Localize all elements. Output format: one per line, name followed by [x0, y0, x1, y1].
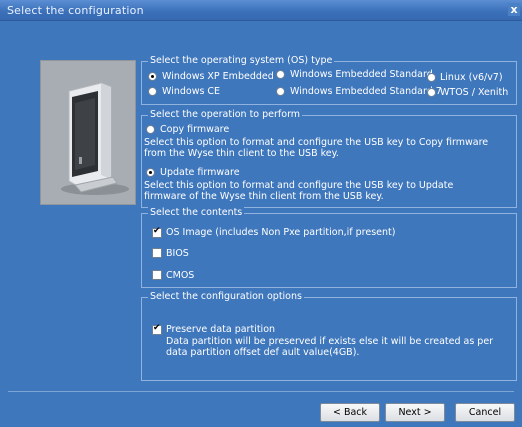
contents-group: Select the contents	[141, 207, 517, 288]
copy-firmware-description: Select this option to format and configu…	[144, 137, 489, 159]
radio-windows-xp-embedded[interactable]	[148, 72, 157, 81]
footer-separator	[8, 391, 514, 392]
radio-linux[interactable]	[427, 73, 436, 82]
label-update-firmware: Update firmware	[160, 167, 240, 178]
label-bios: BIOS	[166, 248, 189, 259]
checkbox-cmos[interactable]	[152, 270, 162, 280]
contents-group-title: Select the contents	[148, 207, 245, 218]
label-wtos-xenith: WTOS / Xenith	[440, 87, 509, 98]
radio-update-firmware[interactable]	[146, 168, 155, 177]
update-firmware-description: Select this option to format and configu…	[144, 180, 454, 202]
operation-group-title: Select the operation to perform	[148, 109, 303, 120]
radio-windows-ce[interactable]	[148, 87, 157, 96]
cancel-button[interactable]: Cancel	[455, 403, 515, 422]
label-windows-ce: Windows CE	[162, 86, 221, 97]
radio-wtos-xenith[interactable]	[427, 88, 436, 97]
label-windows-embedded-standard: Windows Embedded Standard	[290, 69, 433, 80]
checkbox-bios[interactable]	[152, 248, 162, 258]
title-bar: Select the configuration x	[0, 0, 522, 21]
label-windows-embedded-standard-7: Windows Embedded Standard 7	[290, 86, 442, 97]
radio-windows-embedded-standard-7[interactable]	[276, 87, 285, 96]
radio-copy-firmware[interactable]	[146, 125, 155, 134]
os-group-title: Select the operating system (OS) type	[148, 55, 335, 66]
window-title: Select the configuration	[7, 4, 144, 17]
label-cmos: CMOS	[166, 270, 195, 281]
os-type-group: Select the operating system (OS) type	[141, 55, 517, 105]
back-button[interactable]: < Back	[320, 403, 380, 422]
config-group-title: Select the configuration options	[148, 291, 304, 302]
thin-client-device-icon	[41, 61, 135, 204]
checkbox-preserve-data-partition[interactable]	[152, 323, 162, 335]
next-button[interactable]: Next >	[385, 403, 445, 422]
close-button[interactable]: x	[508, 3, 520, 16]
thin-client-image	[40, 60, 136, 205]
radio-windows-embedded-standard[interactable]	[276, 70, 285, 79]
checkbox-os-image[interactable]	[152, 226, 162, 238]
label-linux: Linux (v6/v7)	[440, 72, 503, 83]
label-copy-firmware: Copy firmware	[160, 124, 230, 135]
label-windows-xp-embedded: Windows XP Embedded	[162, 71, 274, 82]
label-os-image: OS Image (includes Non Pxe partition,if …	[166, 227, 396, 238]
label-preserve-data-partition: Preserve data partition	[166, 324, 276, 335]
preserve-partition-description: Data partition will be preserved if exis…	[166, 336, 494, 358]
